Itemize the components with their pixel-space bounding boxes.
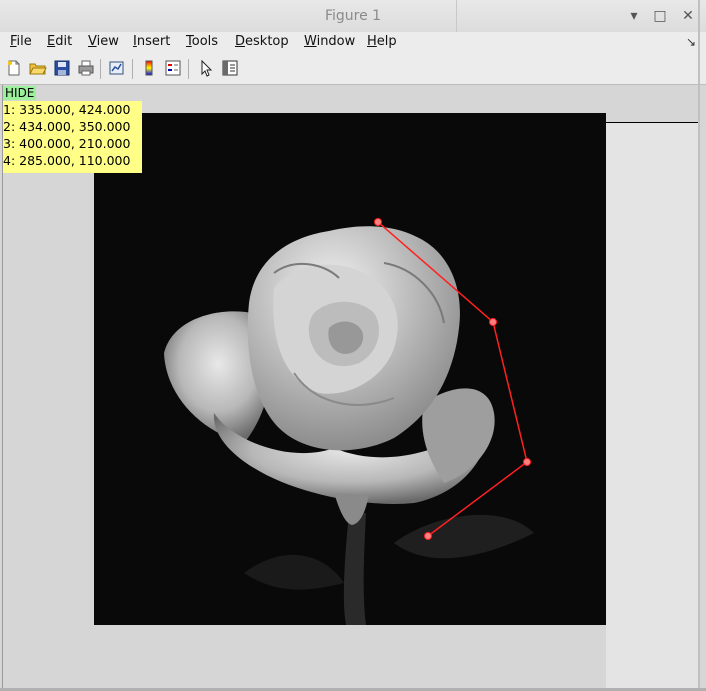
colorbar-icon[interactable] xyxy=(140,59,158,77)
open-file-icon[interactable] xyxy=(29,59,47,77)
rose-image[interactable] xyxy=(94,113,606,625)
print-icon[interactable] xyxy=(77,59,95,77)
maximize-button[interactable]: □ xyxy=(652,8,668,24)
hide-button[interactable]: HIDE xyxy=(3,86,37,100)
link-plot-icon[interactable] xyxy=(108,59,126,77)
menu-insert[interactable]: Insert xyxy=(133,34,170,49)
point-coordinate: 1: 335.000, 424.000 xyxy=(3,102,131,117)
point-coordinates-panel: 1: 335.000, 424.000 2: 434.000, 350.000 … xyxy=(3,101,142,173)
new-figure-icon[interactable] xyxy=(5,59,23,77)
toolbar xyxy=(0,54,706,85)
polyline-vertex-2[interactable] xyxy=(523,458,531,466)
title-divider xyxy=(456,0,457,32)
save-icon[interactable] xyxy=(53,59,71,77)
figure-right-panel xyxy=(606,123,699,688)
menu-help[interactable]: Help xyxy=(367,34,397,49)
point-coordinate: 2: 434.000, 350.000 xyxy=(3,119,131,134)
polyline-vertex-3[interactable] xyxy=(489,318,497,326)
window-right-border xyxy=(698,0,700,691)
menu-file[interactable]: File xyxy=(10,34,32,49)
polyline-vertex-1[interactable] xyxy=(424,532,432,540)
window-title: Figure 1 xyxy=(324,8,382,24)
menu-tools[interactable]: Tools xyxy=(186,34,218,49)
menu-edit[interactable]: Edit xyxy=(47,34,72,49)
legend-icon[interactable] xyxy=(164,59,182,77)
polyline-vertex-4[interactable] xyxy=(374,218,382,226)
menu-desktop[interactable]: Desktop xyxy=(235,34,289,49)
menu-window[interactable]: Window xyxy=(304,34,355,49)
toolbar-separator xyxy=(132,59,133,79)
point-coordinate: 4: 285.000, 110.000 xyxy=(3,153,131,168)
menu-bar: File Edit View Insert Tools Desktop Wind… xyxy=(0,32,706,54)
edit-pointer-icon[interactable] xyxy=(197,59,215,77)
toolbar-separator xyxy=(188,59,189,79)
title-bar: Figure 1 ▾ □ ✕ xyxy=(0,0,706,33)
point-coordinate: 3: 400.000, 210.000 xyxy=(3,136,131,151)
menu-view[interactable]: View xyxy=(88,34,119,49)
dock-arrow-icon[interactable]: ↘ xyxy=(686,35,696,49)
toolbar-separator xyxy=(100,59,101,79)
minimize-button[interactable]: ▾ xyxy=(626,8,642,24)
close-button[interactable]: ✕ xyxy=(680,8,696,24)
property-editor-icon[interactable] xyxy=(221,59,239,77)
